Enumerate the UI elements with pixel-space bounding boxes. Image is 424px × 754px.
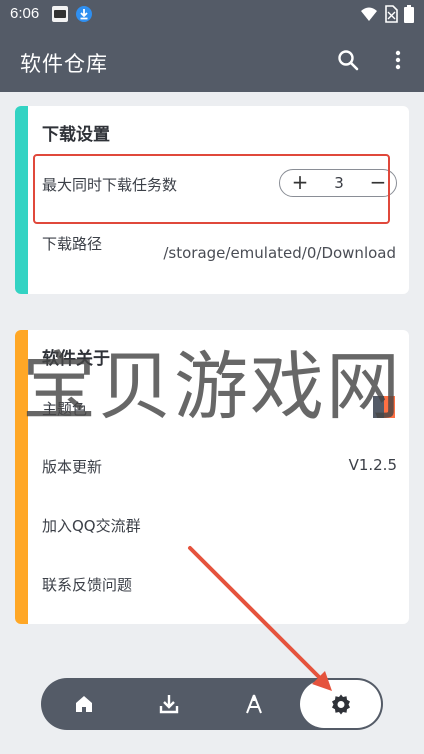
notification-app-icon bbox=[52, 6, 68, 22]
download-path-label: 下载路径 bbox=[42, 235, 103, 253]
search-icon[interactable] bbox=[336, 48, 360, 72]
home-icon bbox=[76, 696, 92, 712]
download-notification-icon bbox=[76, 6, 92, 22]
status-time: 6:06 bbox=[10, 5, 40, 22]
no-sim-icon bbox=[385, 5, 398, 23]
download-icon bbox=[159, 695, 179, 714]
status-bar: 6:06 bbox=[0, 0, 424, 28]
more-vert-icon[interactable] bbox=[388, 48, 408, 72]
nav-download[interactable] bbox=[145, 678, 193, 730]
nav-app-store[interactable] bbox=[230, 678, 278, 730]
watermark: 宝贝游戏网 bbox=[22, 344, 402, 430]
page-title: 软件仓库 bbox=[20, 52, 108, 76]
download-path-value[interactable]: /storage/emulated/0/Download bbox=[163, 244, 396, 262]
settings-icon bbox=[331, 694, 350, 715]
app-store-icon bbox=[246, 694, 262, 714]
section-title-download-settings: 下载设置 bbox=[42, 125, 110, 145]
version-update-label[interactable]: 版本更新 bbox=[42, 456, 102, 477]
app-bar: 软件仓库 bbox=[0, 28, 424, 92]
nav-settings[interactable] bbox=[300, 680, 381, 728]
battery-icon bbox=[404, 5, 414, 23]
wifi-icon bbox=[361, 7, 377, 21]
bottom-nav bbox=[41, 678, 383, 730]
nav-home[interactable] bbox=[60, 678, 108, 730]
version-value: V1.2.5 bbox=[348, 456, 397, 474]
card-accent-bar bbox=[15, 106, 28, 294]
annotation-highlight-box bbox=[33, 154, 390, 224]
feedback-item[interactable]: 联系反馈问题 bbox=[42, 574, 132, 595]
join-qq-group-item[interactable]: 加入QQ交流群 bbox=[42, 515, 141, 536]
